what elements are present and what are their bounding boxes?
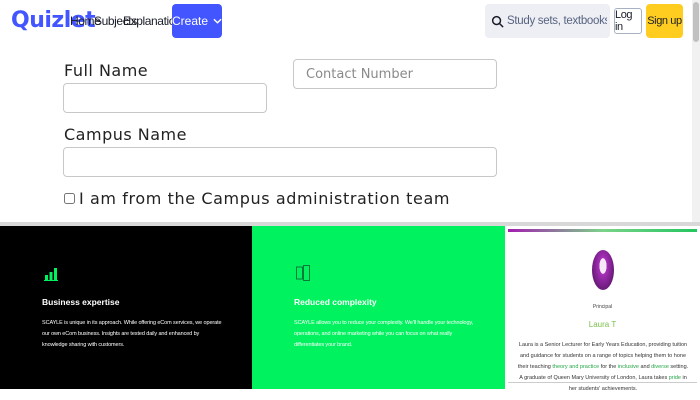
campus-name-label: Campus Name <box>64 125 187 144</box>
campus-admin-checkbox[interactable] <box>64 193 75 204</box>
profile-role: Principal <box>592 304 613 310</box>
sign-up-button[interactable]: Sign up <box>646 4 683 38</box>
feature-panel-reduced-complexity: Reduced complexity SCAYLE allows you to … <box>252 226 505 389</box>
feature-description: SCAYLE is unique in its approach. While … <box>42 320 222 348</box>
bio-text: for the <box>599 364 618 370</box>
bio-text: Laura is a Senior Lecturer for Early Yea… <box>518 342 688 359</box>
bio-highlight: inclusive <box>617 364 639 370</box>
bio-highlight: diverse <box>651 364 669 370</box>
layers-icon <box>296 265 310 281</box>
campus-admin-checkbox-label: I am from the Campus administration team <box>79 189 451 208</box>
bio-text: and <box>638 364 652 370</box>
avatar <box>592 250 614 290</box>
search-input[interactable] <box>507 15 607 27</box>
full-name-label: Full Name <box>64 61 149 80</box>
full-name-field[interactable] <box>63 83 267 113</box>
log-in-button[interactable]: Log in <box>614 8 642 34</box>
campus-admin-checkbox-row[interactable]: I am from the Campus administration team <box>64 189 450 208</box>
feature-panel-business-expertise: Business expertise SCAYLE is unique in i… <box>0 226 252 389</box>
profile-bio: Laura is a Senior Lecturer for Early Yea… <box>516 340 690 395</box>
profile-card: Principal Laura T Laura is a Senior Lect… <box>508 229 697 399</box>
card-divider <box>508 382 697 383</box>
feature-title: Reduced complexity <box>294 297 377 307</box>
create-button[interactable]: Create <box>172 4 222 38</box>
top-nav-bar: Quizlet Home Subjects Explanations Creat… <box>0 0 700 44</box>
chevron-down-icon <box>213 18 222 24</box>
bio-highlight: theory and practice <box>552 364 600 370</box>
campus-name-field[interactable] <box>63 147 497 177</box>
create-button-label: Create <box>172 14 209 28</box>
scrollbar-thumb[interactable] <box>693 2 699 42</box>
search-bar[interactable] <box>485 4 610 38</box>
feature-description: SCAYLE allows you to reduce your complex… <box>294 320 474 348</box>
page-scrollbar[interactable] <box>692 0 700 225</box>
contact-number-field[interactable] <box>293 59 497 89</box>
bio-highlight: pride <box>668 375 681 381</box>
search-icon <box>491 15 504 28</box>
profile-name: Laura T <box>588 320 617 329</box>
bar-chart-icon <box>44 268 58 281</box>
feature-title: Business expertise <box>42 297 120 307</box>
